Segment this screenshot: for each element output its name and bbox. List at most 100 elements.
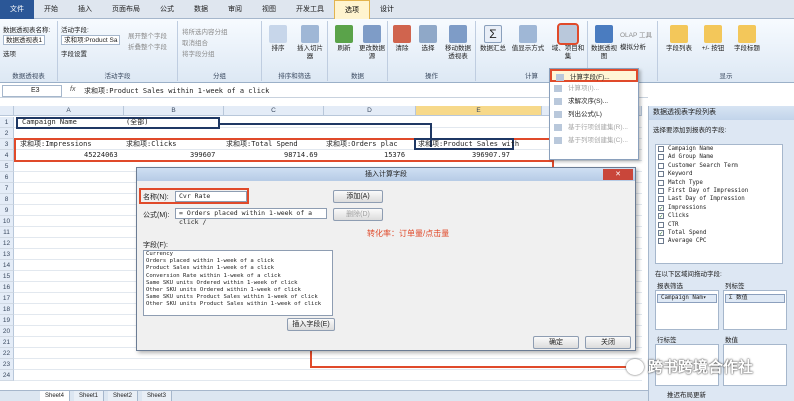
insert-slicer-button[interactable]: 插入切片器 bbox=[296, 25, 324, 61]
value-impressions[interactable]: 45224063 bbox=[84, 150, 118, 161]
header-impressions[interactable]: 求和项:Impressions bbox=[20, 139, 92, 150]
tab-insert[interactable]: 插入 bbox=[68, 0, 102, 19]
row-header[interactable]: 10 bbox=[0, 216, 14, 227]
pane-field-item[interactable]: Average CPC bbox=[656, 237, 782, 245]
checkbox-icon[interactable]: ✓ bbox=[658, 204, 664, 211]
row-header[interactable]: 11 bbox=[0, 227, 14, 238]
row-header[interactable]: 8 bbox=[0, 194, 14, 205]
dialog-close-button[interactable]: ✕ bbox=[603, 169, 633, 180]
group-field-button[interactable]: 将字段分组 bbox=[182, 48, 215, 58]
header-clicks[interactable]: 求和项:Clicks bbox=[126, 139, 177, 150]
pane-field-item[interactable]: First Day of Impression bbox=[656, 187, 782, 195]
expand-field-button[interactable]: 展开整个字段 bbox=[128, 30, 167, 40]
row-header[interactable]: 2 bbox=[0, 128, 14, 139]
field-item[interactable]: Orders placed within 1-week of a click bbox=[144, 258, 332, 265]
fields-items-sets-button[interactable]: 域、项目和集 bbox=[550, 23, 586, 61]
menu-solve-order[interactable]: 求解次序(S)... bbox=[550, 95, 638, 108]
tab-options[interactable]: 选项 bbox=[334, 0, 370, 19]
checkbox-icon[interactable]: ✓ bbox=[658, 213, 664, 220]
filter-value[interactable]: (全部) bbox=[126, 117, 148, 128]
pane-field-item[interactable]: ✓ Total Spend bbox=[656, 229, 782, 237]
name-box[interactable]: E3 bbox=[2, 85, 62, 97]
ok-button[interactable]: 确定 bbox=[533, 336, 579, 349]
menu-list-formulas[interactable]: 列出公式(L) bbox=[550, 108, 638, 121]
sheet-tab-sheet4[interactable]: Sheet4 bbox=[40, 391, 71, 401]
defer-update-label[interactable]: 推迟布局更新 bbox=[667, 389, 706, 399]
pivot-name-input[interactable]: 数据透视表1 bbox=[3, 35, 46, 45]
move-pivot-button[interactable]: 移动数据透视表 bbox=[442, 25, 474, 61]
column-header-b[interactable]: B bbox=[124, 106, 224, 116]
tab-home[interactable]: 开始 bbox=[34, 0, 68, 19]
filter-chip-campaign[interactable]: Campaign Nam▾ bbox=[657, 294, 717, 303]
row-header[interactable]: 9 bbox=[0, 205, 14, 216]
field-item[interactable]: Other SKU units Product Sales within 1-w… bbox=[144, 301, 332, 308]
pane-field-item[interactable]: Customer Search Term bbox=[656, 162, 782, 170]
sheet-tab-sheet3[interactable]: Sheet3 bbox=[142, 391, 173, 401]
checkbox-icon[interactable] bbox=[658, 162, 664, 169]
field-settings-button[interactable]: 字段设置 bbox=[61, 48, 87, 58]
row-header[interactable]: 24 bbox=[0, 370, 14, 381]
add-button[interactable]: 添加(A) bbox=[333, 190, 383, 203]
value-clicks[interactable]: 399607 bbox=[190, 150, 215, 161]
formula-input[interactable]: 求和项:Product Sales within 1-week of a cli… bbox=[84, 86, 269, 96]
pane-field-item[interactable]: Ad Group Name bbox=[656, 153, 782, 161]
menu-create-set-rows[interactable]: 基于行项创建集(R)... bbox=[550, 121, 638, 134]
pane-field-item[interactable]: CTR bbox=[656, 221, 782, 229]
pivot-chart-button[interactable]: 数据透视图 bbox=[590, 25, 618, 61]
delete-button[interactable]: 删除(D) bbox=[333, 208, 383, 221]
row-header[interactable]: 13 bbox=[0, 249, 14, 260]
field-list-button[interactable]: 字段列表 bbox=[664, 25, 694, 53]
tab-view[interactable]: 视图 bbox=[252, 0, 286, 19]
field-headers-button[interactable]: 字段标题 bbox=[732, 25, 762, 53]
tab-file[interactable]: 文件 bbox=[0, 0, 34, 19]
row-header[interactable]: 21 bbox=[0, 337, 14, 348]
row-header[interactable]: 18 bbox=[0, 304, 14, 315]
tab-design[interactable]: 设计 bbox=[370, 0, 404, 19]
row-header[interactable]: 12 bbox=[0, 238, 14, 249]
column-header-c[interactable]: C bbox=[224, 106, 324, 116]
field-item[interactable]: Other SKU units Ordered within 1-week of… bbox=[144, 287, 332, 294]
checkbox-icon[interactable]: ✓ bbox=[658, 229, 664, 236]
field-item[interactable]: Same SKU units Ordered within 1-week of … bbox=[144, 280, 332, 287]
checkbox-icon[interactable] bbox=[658, 221, 664, 228]
row-header[interactable]: 23 bbox=[0, 359, 14, 370]
checkbox-icon[interactable] bbox=[658, 154, 664, 161]
tab-page-layout[interactable]: 页面布局 bbox=[102, 0, 150, 19]
pane-field-item[interactable]: Keyword bbox=[656, 170, 782, 178]
formula-input-field[interactable]: = Orders placed within 1-week of a click… bbox=[175, 208, 327, 226]
sheet-tab-sheet1[interactable]: Sheet1 bbox=[74, 391, 105, 401]
group-selection-button[interactable]: 将所选内容分组 bbox=[182, 26, 228, 36]
row-header[interactable]: 1 bbox=[0, 117, 14, 128]
ungroup-button[interactable]: 取消组合 bbox=[182, 37, 208, 47]
menu-calculated-field[interactable]: 计算字段(F)... bbox=[550, 69, 638, 82]
header-orders[interactable]: 求和项:Orders plac bbox=[326, 139, 398, 150]
pane-field-item[interactable]: Match Type bbox=[656, 179, 782, 187]
pane-field-list[interactable]: Campaign Name Ad Group Name Customer Searc… bbox=[655, 144, 783, 264]
collapse-field-button[interactable]: 折叠整个字段 bbox=[128, 41, 167, 51]
row-header[interactable]: 16 bbox=[0, 282, 14, 293]
row-header[interactable]: 5 bbox=[0, 161, 14, 172]
column-chip-values[interactable]: Σ 数值 bbox=[725, 294, 785, 303]
checkbox-icon[interactable] bbox=[658, 196, 664, 203]
row-header[interactable]: 3 bbox=[0, 139, 14, 150]
menu-calculated-item[interactable]: 计算项(I)... bbox=[550, 82, 638, 95]
tab-data[interactable]: 数据 bbox=[184, 0, 218, 19]
tab-formulas[interactable]: 公式 bbox=[150, 0, 184, 19]
checkbox-icon[interactable] bbox=[658, 171, 664, 178]
what-if-button[interactable]: 模拟分析 bbox=[620, 41, 646, 51]
select-all-corner[interactable] bbox=[0, 106, 14, 116]
field-item[interactable]: Conversion Rate within 1-week of a click bbox=[144, 273, 332, 280]
options-button[interactable]: 选项 bbox=[3, 48, 16, 58]
show-values-as-button[interactable]: 值显示方式 bbox=[510, 25, 546, 53]
row-header[interactable]: 22 bbox=[0, 348, 14, 359]
row-header[interactable]: 20 bbox=[0, 326, 14, 337]
value-total-spend[interactable]: 98714.69 bbox=[284, 150, 318, 161]
row-header[interactable]: 15 bbox=[0, 271, 14, 282]
active-field-input[interactable]: 求和项:Product Sa bbox=[61, 35, 121, 45]
field-item[interactable]: Same SKU units Product Sales within 1-we… bbox=[144, 294, 332, 301]
checkbox-icon[interactable] bbox=[658, 238, 664, 245]
checkbox-icon[interactable] bbox=[658, 179, 664, 186]
checkbox-icon[interactable] bbox=[658, 187, 664, 194]
summarize-button[interactable]: Σ 数据汇总 bbox=[478, 25, 508, 53]
pane-field-item[interactable]: ✓ Clicks bbox=[656, 212, 782, 220]
